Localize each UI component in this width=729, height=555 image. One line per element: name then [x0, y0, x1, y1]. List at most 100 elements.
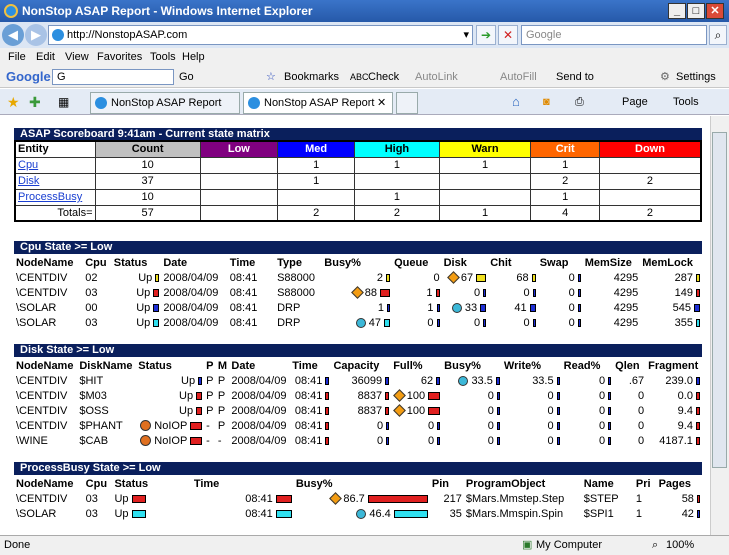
scrollbar-thumb[interactable] — [712, 132, 727, 468]
add-favorite-icon[interactable]: ✚ — [29, 89, 41, 115]
disk-cell: \CENTDIV — [14, 388, 77, 403]
favorites-star-icon[interactable]: ★ — [7, 89, 20, 115]
new-tab-button[interactable] — [396, 92, 418, 114]
google-go-button[interactable]: Go — [179, 66, 194, 88]
cpu-cell: 0 — [538, 300, 583, 315]
cpu-cell: 2008/04/09 — [161, 270, 227, 285]
minimize-button[interactable]: _ — [668, 3, 686, 19]
level-bar — [696, 273, 700, 282]
cpu-header-cpu: Cpu — [85, 256, 107, 269]
tools-menu-button[interactable]: Tools — [673, 89, 699, 115]
scoreboard-cell: 4 — [530, 204, 600, 222]
proc-value: Up — [114, 507, 129, 520]
proc-cell: 1 — [634, 506, 657, 521]
disk-row[interactable]: \CENTDIV $PHANT NoIOP - P 2008/04/09 08:41 0… — [14, 418, 702, 433]
autolink-button[interactable]: AutoLink — [415, 66, 458, 88]
close-tab-icon[interactable]: ✕ — [377, 93, 386, 113]
cpu-value: 1 — [427, 301, 434, 314]
maximize-button[interactable]: □ — [687, 3, 705, 19]
level-bar — [435, 288, 440, 297]
disk-cell: 0 — [613, 418, 646, 433]
sendto-button[interactable]: Send to — [556, 66, 594, 88]
zoom-level[interactable]: 100% — [666, 536, 694, 555]
go-refresh-button[interactable]: ➔ — [476, 25, 496, 45]
status-circle-icon — [458, 375, 469, 386]
scoreboard-cell[interactable]: Disk — [14, 172, 96, 190]
feeds-icon[interactable]: ◙ — [543, 89, 550, 115]
proc-row[interactable]: \SOLAR 03 Up 08:41 46.4 35 $Mars.Mmspin.Spi… — [14, 506, 702, 521]
google-logo: Google — [6, 69, 51, 84]
settings-button[interactable]: Settings — [676, 66, 716, 88]
disk-cell: 0 — [442, 418, 502, 433]
home-icon[interactable]: ⌂ — [512, 89, 520, 115]
search-input[interactable]: Google — [521, 25, 707, 45]
disk-header-status: Status — [138, 359, 172, 372]
menu-file[interactable]: File — [8, 48, 26, 66]
disk-cell: 33.5 — [502, 373, 562, 388]
url-input[interactable]: http://NonstopASAP.com ▾ — [48, 25, 473, 45]
disk-value: $HIT — [79, 374, 104, 387]
cpu-cell: 4295 — [583, 300, 641, 315]
warning-diamond-icon — [329, 492, 343, 505]
autofill-button[interactable]: AutoFill — [500, 66, 537, 88]
google-search-input[interactable]: G — [52, 69, 174, 85]
proc-row[interactable]: \CENTDIV 03 Up 08:41 86.7 217 $Mars.Mmstep.… — [14, 491, 702, 506]
cpu-value: 0 — [474, 316, 481, 329]
quick-tabs-icon[interactable]: ▦ — [58, 89, 69, 115]
proc-cell: 42 — [657, 506, 702, 521]
disk-cell: \CENTDIV — [14, 418, 77, 433]
cpu-row[interactable]: \CENTDIV 02 Up 2008/04/09 08:41 S88000 2 0 67… — [14, 270, 702, 285]
proc-cell: 86.7 — [294, 491, 430, 506]
menu-view[interactable]: View — [65, 48, 89, 66]
menu-tools[interactable]: Tools — [150, 48, 176, 66]
disk-row[interactable]: \CENTDIV $M03 Up P P 2008/04/09 08:41 8837 10… — [14, 388, 702, 403]
search-button[interactable]: ⌕ — [709, 25, 727, 45]
cpu-value: 00 — [85, 301, 98, 314]
cpu-row[interactable]: \CENTDIV 03 Up 2008/04/09 08:41 S88000 88 1 … — [14, 285, 702, 300]
menu-help[interactable]: Help — [182, 48, 205, 66]
cpu-value: 08:41 — [229, 301, 258, 314]
scoreboard-cell: 2 — [598, 204, 702, 222]
url-dropdown-icon[interactable]: ▾ — [463, 26, 469, 44]
print-icon[interactable]: ⎙ — [575, 89, 584, 115]
level-bar — [386, 436, 390, 445]
back-button[interactable]: ◀ — [2, 24, 24, 46]
disk-cell: 0 — [613, 388, 646, 403]
menu-edit[interactable]: Edit — [36, 48, 55, 66]
check-button[interactable]: Check — [368, 66, 399, 88]
close-window-button[interactable]: ✕ — [706, 3, 724, 19]
disk-cell: 62 — [391, 373, 442, 388]
cpu-row[interactable]: \SOLAR 03 Up 2008/04/09 08:41 DRP 47 0 0 0 0… — [14, 315, 702, 330]
cpu-header-queue: Queue — [394, 256, 429, 269]
proc-header-programobject: ProgramObject — [465, 477, 546, 490]
cpu-value: 08:41 — [229, 286, 258, 299]
cpu-cell: DRP — [275, 315, 322, 330]
cpu-header-type: Type — [277, 256, 302, 269]
forward-button[interactable]: ▶ — [25, 24, 47, 46]
disk-value: 08:41 — [294, 404, 323, 417]
disk-value: 0 — [377, 434, 384, 447]
disk-row[interactable]: \CENTDIV $HIT Up P P 2008/04/09 08:41 36099 6… — [14, 373, 702, 388]
disk-cell: 08:41 — [290, 388, 331, 403]
disk-cell: 0 — [442, 388, 502, 403]
tab-report-1[interactable]: NonStop ASAP Report — [90, 92, 240, 114]
disk-row[interactable]: \CENTDIV $OSS Up P P 2008/04/09 08:41 8837 10… — [14, 403, 702, 418]
disk-value: .67 — [628, 374, 645, 387]
cpu-header-memlock: MemLock — [642, 256, 693, 269]
cpu-row[interactable]: \SOLAR 00 Up 2008/04/09 08:41 DRP 1 1 33 41 0… — [14, 300, 702, 315]
level-bar — [325, 376, 330, 385]
level-bar — [131, 509, 146, 518]
stop-button[interactable]: ✕ — [498, 25, 518, 45]
disk-value: P — [206, 374, 214, 387]
disk-row[interactable]: \WINE $CAB NoIOP - -2008/04/09 08:41 0 0 0 … — [14, 433, 702, 448]
settings-gear-icon: ⚙ — [660, 71, 670, 83]
disk-header-m: M — [217, 359, 228, 372]
scoreboard-cell[interactable]: Cpu — [14, 156, 96, 174]
cpu-value: 0 — [474, 286, 481, 299]
bookmarks-button[interactable]: Bookmarks — [284, 66, 339, 88]
cpu-cell: 08:41 — [228, 285, 275, 300]
tab-report-2[interactable]: NonStop ASAP Report ✕ — [243, 92, 393, 114]
page-menu-button[interactable]: Page — [622, 89, 648, 115]
scoreboard-cell[interactable]: ProcessBusy — [14, 188, 96, 206]
menu-favorites[interactable]: Favorites — [97, 48, 142, 66]
